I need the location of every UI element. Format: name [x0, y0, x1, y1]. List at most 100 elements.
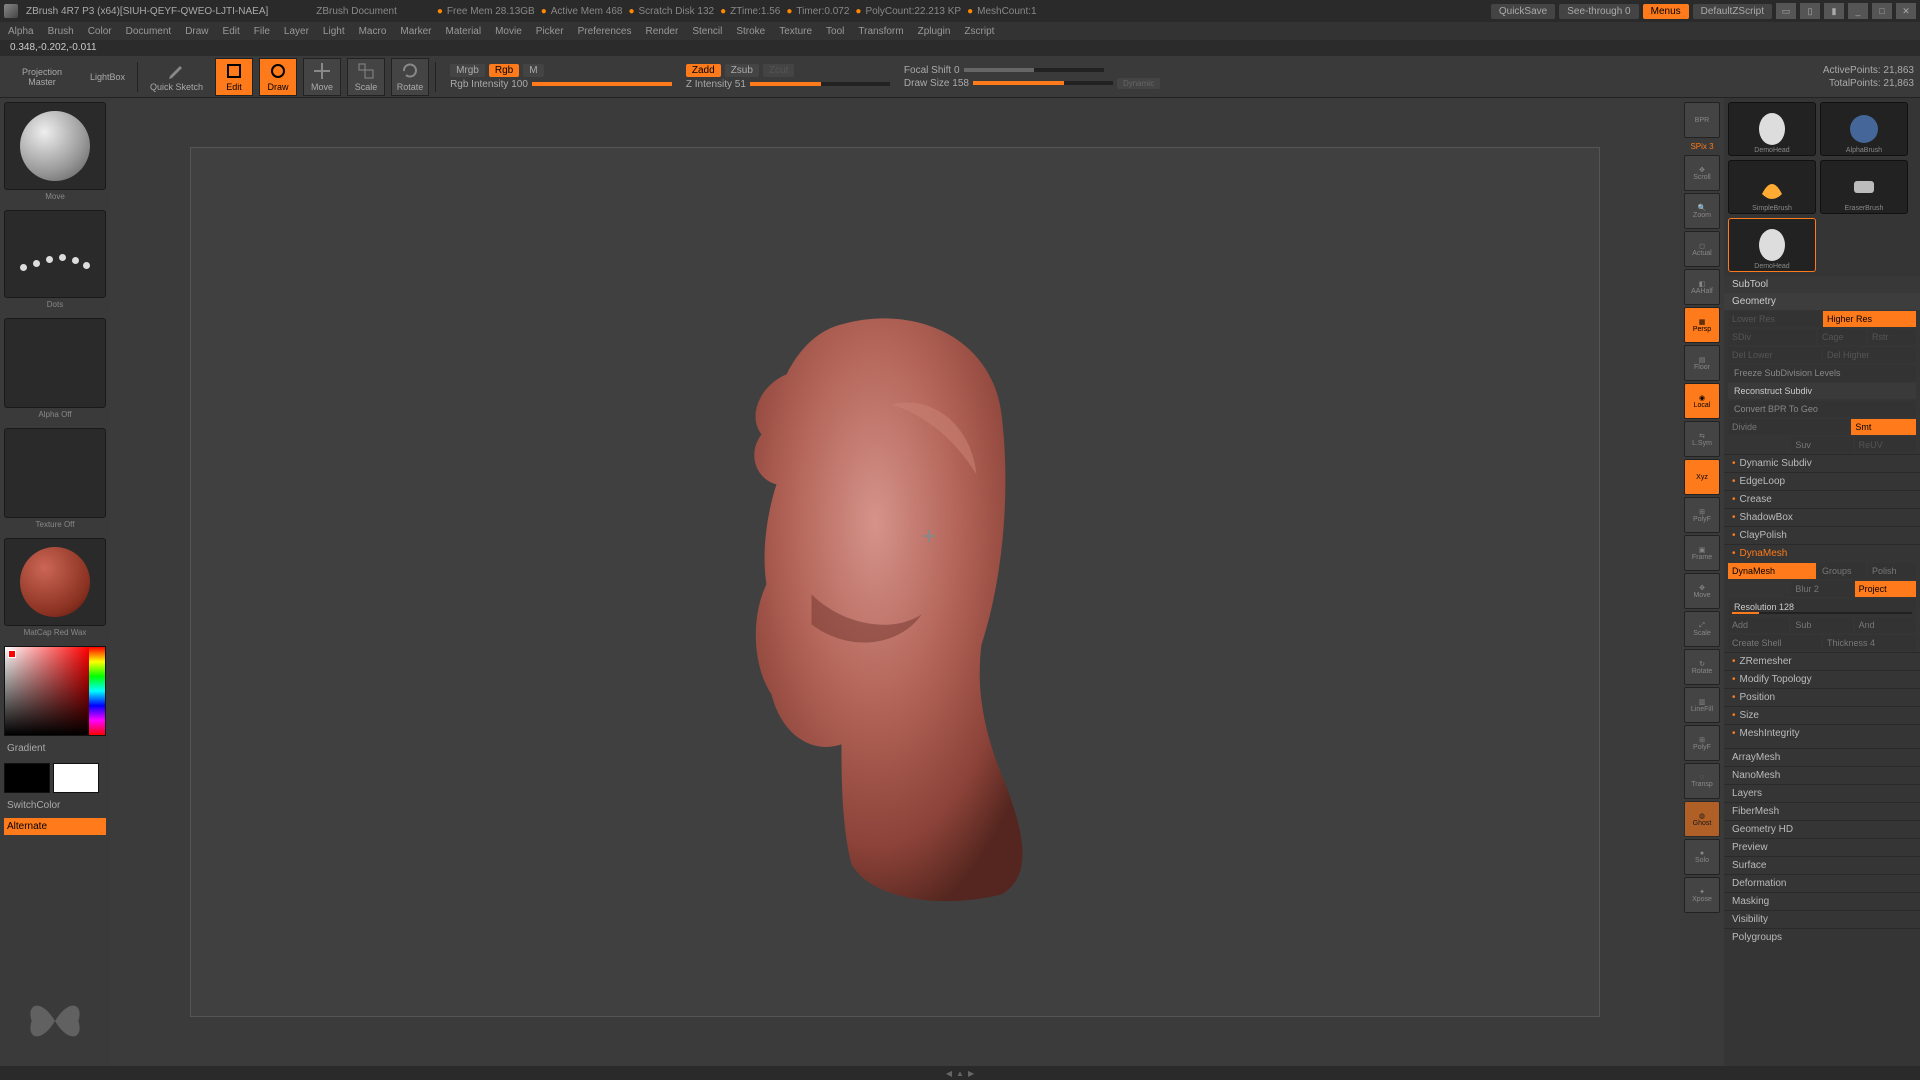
- ghost-button[interactable]: ◍Ghost: [1684, 801, 1720, 837]
- tool-tile-alphabrush[interactable]: AlphaBrush: [1820, 102, 1908, 156]
- layers-header[interactable]: Layers: [1724, 784, 1920, 802]
- close-button[interactable]: ✕: [1896, 3, 1916, 19]
- masking-header[interactable]: Masking: [1724, 892, 1920, 910]
- dynamic-button[interactable]: Dynamic: [1117, 78, 1160, 89]
- lower-res-button[interactable]: Lower Res: [1728, 311, 1821, 327]
- zadd-button[interactable]: Zadd: [686, 64, 721, 77]
- polyf2-button[interactable]: ⊞PolyF: [1684, 725, 1720, 761]
- crease-header[interactable]: Crease: [1724, 490, 1920, 508]
- xyz-button[interactable]: Xyz: [1684, 459, 1720, 495]
- move-nav-button[interactable]: ✥Move: [1684, 573, 1720, 609]
- smt-button[interactable]: Smt: [1851, 419, 1916, 435]
- dynamic-subdiv-header[interactable]: Dynamic Subdiv: [1724, 454, 1920, 472]
- zcut-button[interactable]: Zcut: [763, 64, 794, 77]
- divide-button[interactable]: Divide: [1728, 419, 1849, 435]
- geometryhd-header[interactable]: Geometry HD: [1724, 820, 1920, 838]
- projection-master-button[interactable]: Projection Master: [6, 58, 78, 96]
- menu-brush[interactable]: Brush: [48, 26, 74, 37]
- menu-draw[interactable]: Draw: [185, 26, 208, 37]
- transp-button[interactable]: ◌Transp: [1684, 763, 1720, 799]
- convert-bpr-button[interactable]: Convert BPR To Geo: [1728, 401, 1916, 417]
- linefill-button[interactable]: ▥LineFill: [1684, 687, 1720, 723]
- persp-button[interactable]: ▦Persp: [1684, 307, 1720, 343]
- lsym-button[interactable]: ⇆L.Sym: [1684, 421, 1720, 457]
- color-picker[interactable]: [4, 646, 106, 736]
- menu-movie[interactable]: Movie: [495, 26, 522, 37]
- cage-button[interactable]: Cage: [1818, 329, 1866, 345]
- menu-document[interactable]: Document: [126, 26, 172, 37]
- menu-stencil[interactable]: Stencil: [692, 26, 722, 37]
- menu-picker[interactable]: Picker: [536, 26, 564, 37]
- menu-file[interactable]: File: [254, 26, 270, 37]
- maximize-button[interactable]: □: [1872, 3, 1892, 19]
- xpose-button[interactable]: ✦Xpose: [1684, 877, 1720, 913]
- menu-stroke[interactable]: Stroke: [736, 26, 765, 37]
- seethrough-button[interactable]: See-through 0: [1559, 4, 1638, 19]
- menu-color[interactable]: Color: [88, 26, 112, 37]
- menu-render[interactable]: Render: [646, 26, 679, 37]
- nanomesh-header[interactable]: NanoMesh: [1724, 766, 1920, 784]
- deformation-header[interactable]: Deformation: [1724, 874, 1920, 892]
- rotate-nav-button[interactable]: ↻Rotate: [1684, 649, 1720, 685]
- actual-button[interactable]: ◻Actual: [1684, 231, 1720, 267]
- edit-button[interactable]: Edit: [215, 58, 253, 96]
- groups-button[interactable]: Groups: [1818, 563, 1866, 579]
- visibility-header[interactable]: Visibility: [1724, 910, 1920, 928]
- z-intensity-label[interactable]: Z Intensity 51: [686, 79, 746, 90]
- gradient-button[interactable]: Gradient: [4, 740, 106, 757]
- sub-button[interactable]: Sub: [1791, 617, 1852, 633]
- menu-zplugin[interactable]: Zplugin: [918, 26, 951, 37]
- frame-button[interactable]: ▣Frame: [1684, 535, 1720, 571]
- solo-button[interactable]: ●Solo: [1684, 839, 1720, 875]
- switchcolor-button[interactable]: SwitchColor: [4, 797, 106, 814]
- move-button[interactable]: Move: [303, 58, 341, 96]
- draw-button[interactable]: Draw: [259, 58, 297, 96]
- size-header[interactable]: Size: [1724, 706, 1920, 724]
- menus-button[interactable]: Menus: [1643, 4, 1689, 19]
- freeze-subdiv-button[interactable]: Freeze SubDivision Levels: [1728, 365, 1916, 381]
- dynamesh-header[interactable]: DynaMesh: [1724, 544, 1920, 562]
- rgb-button[interactable]: Rgb: [489, 64, 519, 77]
- and-button[interactable]: And: [1855, 617, 1916, 633]
- mrgb-button[interactable]: Mrgb: [450, 64, 485, 77]
- rgb-intensity-label[interactable]: Rgb Intensity 100: [450, 79, 528, 90]
- floor-button[interactable]: ▤Floor: [1684, 345, 1720, 381]
- focal-shift-label[interactable]: Focal Shift 0: [904, 65, 960, 76]
- polish-button[interactable]: Polish: [1868, 563, 1916, 579]
- dynamesh-button[interactable]: DynaMesh: [1728, 563, 1816, 579]
- tool-tile-simplebrush[interactable]: SimpleBrush: [1728, 160, 1816, 214]
- local-button[interactable]: ◉Local: [1684, 383, 1720, 419]
- geometry-header[interactable]: Geometry: [1724, 293, 1920, 310]
- menu-edit[interactable]: Edit: [223, 26, 240, 37]
- lightbox-button[interactable]: LightBox: [84, 58, 131, 96]
- stroke-tile[interactable]: Dots: [4, 210, 106, 298]
- tool-tile-eraserbrush[interactable]: EraserBrush: [1820, 160, 1908, 214]
- color-main-swatch[interactable]: [4, 763, 50, 793]
- blur-slider[interactable]: Blur 2: [1791, 581, 1852, 597]
- polyf-button[interactable]: ⊞PolyF: [1684, 497, 1720, 533]
- bottom-scrollbar[interactable]: ◀▲▶: [0, 1066, 1920, 1080]
- menu-tool[interactable]: Tool: [826, 26, 844, 37]
- rgb-intensity-slider[interactable]: [532, 82, 672, 86]
- sdiv-slider[interactable]: SDiv: [1728, 329, 1816, 345]
- layout1-button[interactable]: ▭: [1776, 3, 1796, 19]
- shadowbox-header[interactable]: ShadowBox: [1724, 508, 1920, 526]
- suv-button[interactable]: Suv: [1791, 437, 1852, 453]
- defaultscript-button[interactable]: DefaultZScript: [1693, 4, 1772, 19]
- higher-res-button[interactable]: Higher Res: [1823, 311, 1916, 327]
- tool-tile-active[interactable]: DemoHead: [1728, 218, 1816, 272]
- brush-tile[interactable]: Move: [4, 102, 106, 190]
- resolution-slider[interactable]: Resolution 128: [1728, 599, 1916, 615]
- subtool-header[interactable]: SubTool: [1724, 276, 1920, 293]
- bpr-button[interactable]: BPR: [1684, 102, 1720, 138]
- project-button[interactable]: Project: [1855, 581, 1916, 597]
- del-lower-button[interactable]: Del Lower: [1728, 347, 1821, 363]
- thickness-slider[interactable]: Thickness 4: [1823, 635, 1916, 651]
- zremesher-header[interactable]: ZRemesher: [1724, 652, 1920, 670]
- minimize-button[interactable]: _: [1848, 3, 1868, 19]
- del-higher-button[interactable]: Del Higher: [1823, 347, 1916, 363]
- meshintegrity-header[interactable]: MeshIntegrity: [1724, 724, 1920, 742]
- menu-light[interactable]: Light: [323, 26, 345, 37]
- claypolish-header[interactable]: ClayPolish: [1724, 526, 1920, 544]
- menu-preferences[interactable]: Preferences: [578, 26, 632, 37]
